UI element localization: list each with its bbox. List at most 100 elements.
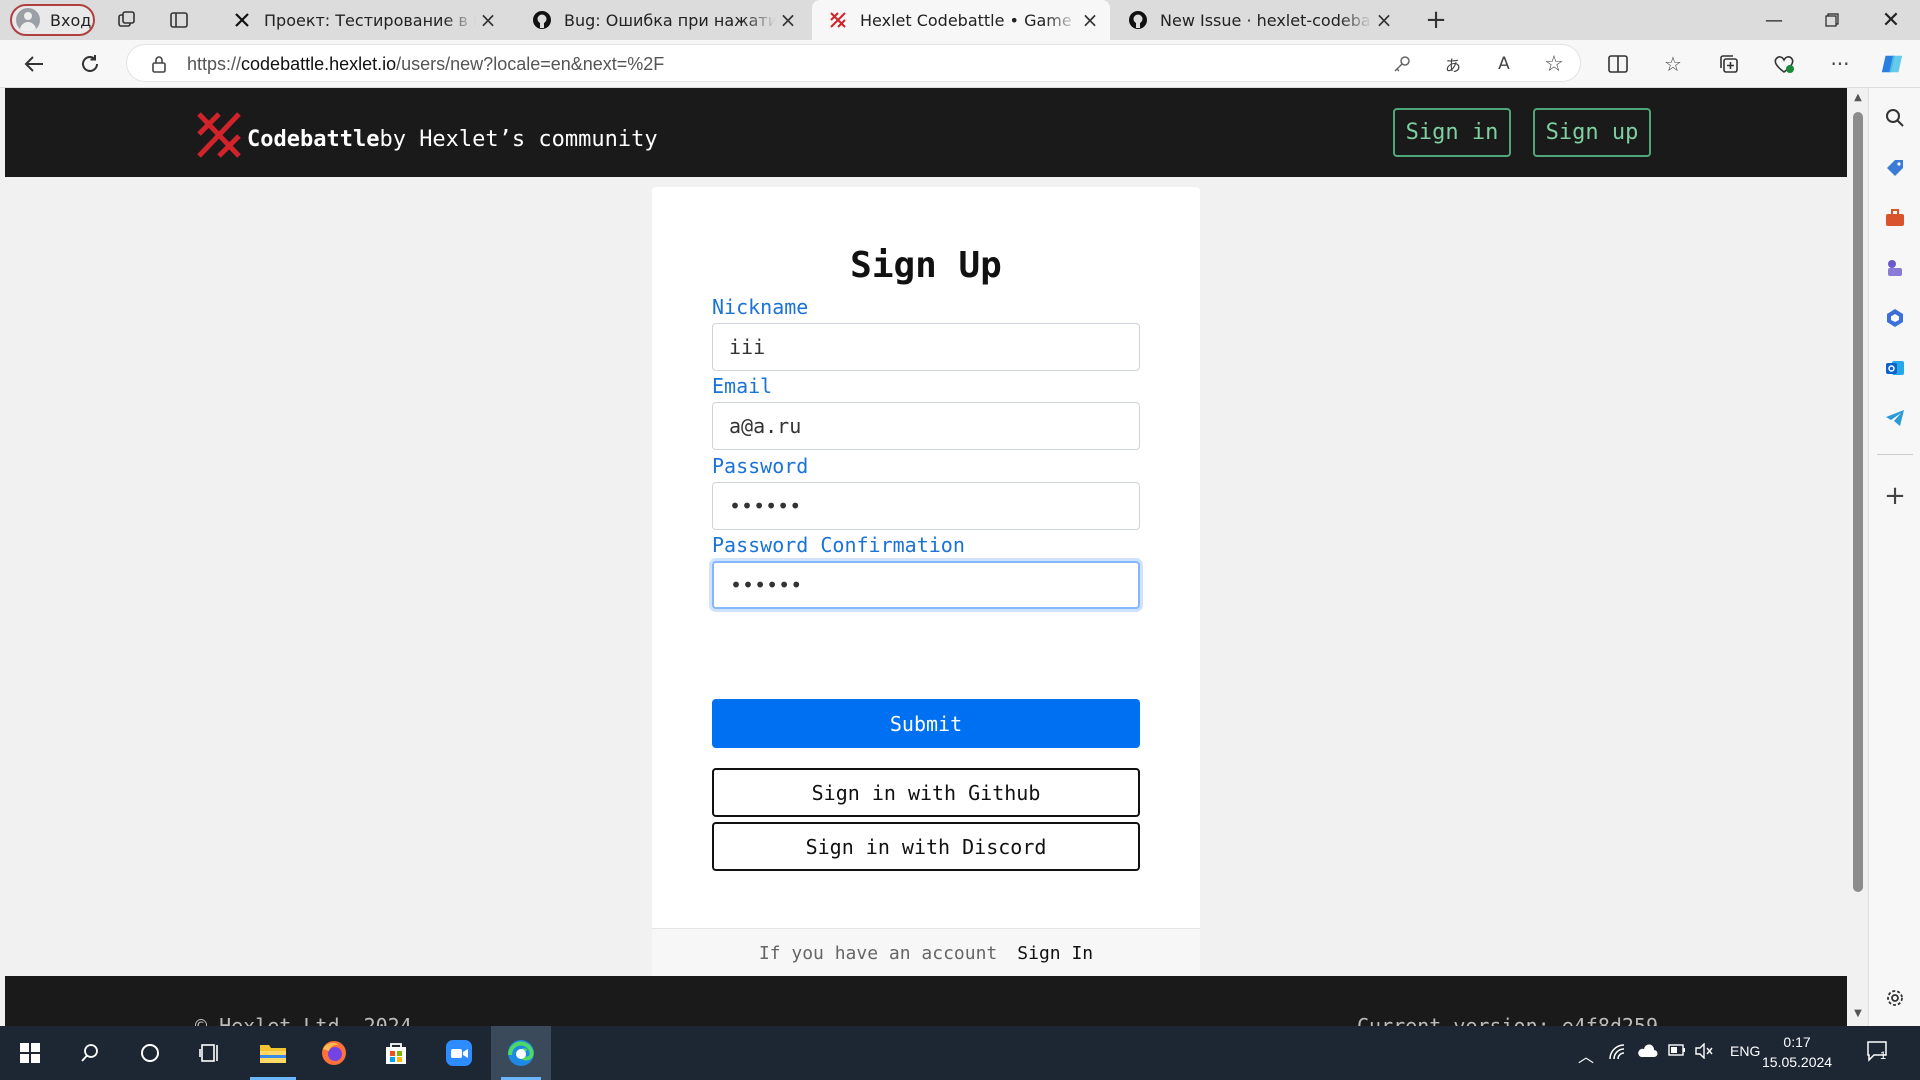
input-language[interactable]: ENG	[1730, 1043, 1760, 1059]
back-arrow-icon[interactable]	[20, 50, 48, 78]
taskbar-search-icon[interactable]	[70, 1033, 110, 1073]
task-view-icon[interactable]	[190, 1033, 230, 1073]
shopping-tag-icon[interactable]	[1881, 154, 1909, 182]
new-tab-icon[interactable]: +	[1424, 5, 1448, 35]
password-confirmation-input[interactable]	[712, 561, 1140, 609]
zoom-icon[interactable]	[439, 1033, 479, 1073]
browser-tab-bar: Вход Проект: Тестирование в продакшене ×…	[0, 0, 1920, 40]
tab-codebattle[interactable]: Hexlet Codebattle • Game for programmers…	[812, 0, 1110, 40]
profile-button[interactable]: Вход	[10, 4, 95, 36]
close-tab-icon[interactable]: ×	[1078, 8, 1102, 32]
favorites-icon[interactable]: ☆	[1661, 52, 1685, 76]
close-tab-icon[interactable]: ×	[776, 8, 800, 32]
system-clock[interactable]: 0:17 15.05.2024	[1762, 1032, 1832, 1072]
profile-label: Вход	[50, 10, 92, 30]
address-bar[interactable]: https://codebattle.hexlet.io/users/new?l…	[126, 44, 1581, 82]
edge-sidebar: +	[1868, 88, 1920, 1026]
signup-card: Sign Up Nickname Email Password Password…	[652, 187, 1200, 977]
translate-icon[interactable]: あ	[1441, 52, 1465, 76]
restore-icon[interactable]	[1803, 0, 1861, 40]
brand-tagline: by Hexlet’s community	[379, 127, 658, 152]
key-icon[interactable]	[1390, 52, 1414, 76]
github-favicon-icon	[1128, 10, 1148, 30]
tab-title: Bug: Ошибка при нажатие "Sign up"	[564, 10, 776, 30]
microsoft-store-icon[interactable]	[376, 1033, 416, 1073]
site-logo[interactable]: Codebattle by Hexlet’s community	[195, 110, 658, 160]
tab-actions-icon[interactable]	[167, 8, 191, 32]
scroll-up-icon[interactable]: ▲	[1852, 92, 1864, 104]
edge-browser-icon[interactable]	[501, 1033, 541, 1073]
header-sign-in-button[interactable]: Sign in	[1393, 108, 1511, 157]
tools-icon[interactable]	[1881, 204, 1909, 232]
refresh-icon[interactable]	[76, 50, 104, 78]
telegram-icon[interactable]	[1881, 404, 1909, 432]
close-tab-icon[interactable]: ×	[1372, 8, 1396, 32]
card-footer: If you have an account Sign In	[652, 928, 1200, 977]
firefox-icon[interactable]	[314, 1033, 354, 1073]
address-toolbar: https://codebattle.hexlet.io/users/new?l…	[0, 40, 1920, 88]
nickname-input[interactable]	[712, 323, 1140, 371]
close-tab-icon[interactable]: ×	[476, 8, 500, 32]
battery-icon[interactable]	[1668, 1043, 1686, 1060]
tray-chevron-icon[interactable]: ︿	[1578, 1043, 1594, 1067]
email-input[interactable]	[712, 402, 1140, 450]
scroll-thumb[interactable]	[1853, 112, 1863, 892]
close-window-icon[interactable]: ✕	[1862, 0, 1920, 40]
split-screen-icon[interactable]	[1606, 52, 1630, 76]
cortana-icon[interactable]	[130, 1033, 170, 1073]
codebattle-logo-icon	[197, 112, 241, 158]
outlook-icon[interactable]	[1881, 354, 1909, 382]
x-favicon-icon	[232, 10, 252, 30]
onedrive-icon[interactable]	[1636, 1043, 1658, 1063]
tab-title: Hexlet Codebattle • Game for programmers	[860, 10, 1078, 30]
tab-new-issue[interactable]: New Issue · hexlet-codebattle/codebattle…	[1112, 0, 1404, 40]
collections-icon[interactable]	[1717, 52, 1741, 76]
performance-icon[interactable]	[1772, 52, 1796, 76]
clock-time: 0:17	[1783, 1034, 1811, 1050]
submit-button[interactable]: Submit	[712, 699, 1140, 748]
sidebar-settings-icon[interactable]	[1881, 984, 1909, 1012]
sidebar-search-icon[interactable]	[1881, 104, 1909, 132]
volume-muted-icon[interactable]	[1694, 1042, 1714, 1063]
tab-project[interactable]: Проект: Тестирование в продакшене ×	[216, 0, 508, 40]
file-explorer-icon[interactable]	[253, 1033, 293, 1073]
network-icon[interactable]	[1608, 1043, 1626, 1065]
account-hint-text: If you have an account	[758, 942, 998, 964]
github-favicon-icon	[532, 10, 552, 30]
windows-start-icon[interactable]	[10, 1033, 50, 1073]
url-text[interactable]: https://codebattle.hexlet.io/users/new?l…	[187, 54, 664, 75]
discord-signin-button[interactable]: Sign in with Discord	[712, 822, 1140, 871]
password-input[interactable]	[712, 482, 1140, 530]
version-text: Current version: e4f8d259	[1357, 1014, 1659, 1026]
notification-center-icon[interactable]: 1	[1866, 1040, 1890, 1066]
scroll-down-icon[interactable]: ▼	[1852, 1008, 1864, 1020]
lock-icon[interactable]	[151, 55, 167, 77]
header-sign-up-button[interactable]: Sign up	[1533, 108, 1651, 157]
minimize-icon[interactable]: —	[1745, 0, 1803, 40]
more-icon[interactable]: ···	[1828, 52, 1852, 76]
add-sidebar-app-icon[interactable]: +	[1881, 481, 1909, 511]
email-label: Email	[712, 374, 773, 398]
page-scrollbar[interactable]: ▲ ▼	[1848, 88, 1868, 1026]
workspaces-icon[interactable]	[115, 8, 139, 32]
page-title: Sign Up	[850, 245, 1002, 286]
tab-title: New Issue · hexlet-codebattle/codebattle	[1160, 10, 1372, 30]
copilot-icon[interactable]	[1880, 52, 1904, 76]
favorite-star-icon[interactable]: ☆	[1542, 52, 1566, 77]
notification-count: 1	[1880, 1050, 1887, 1062]
github-signin-button[interactable]: Sign in with Github	[712, 768, 1140, 817]
nickname-label: Nickname	[712, 295, 809, 319]
codebattle-favicon-icon	[828, 10, 848, 30]
microsoft365-icon[interactable]	[1881, 304, 1909, 332]
site-header: Codebattle by Hexlet’s community Sign in…	[5, 88, 1847, 177]
sidebar-divider	[1877, 454, 1913, 455]
games-icon[interactable]	[1881, 254, 1909, 282]
avatar-icon	[16, 8, 40, 32]
password-label: Password	[712, 454, 809, 478]
clock-date: 15.05.2024	[1762, 1054, 1833, 1070]
read-aloud-icon[interactable]: A	[1492, 52, 1516, 76]
brand-name: Codebattle	[247, 127, 380, 152]
tab-bug-issue[interactable]: Bug: Ошибка при нажатие "Sign up" ×	[516, 0, 808, 40]
site-footer: © Hexlet Ltd, 2024 Current version: e4f8…	[5, 976, 1847, 1026]
sign-in-link[interactable]: Sign In	[1017, 943, 1093, 964]
